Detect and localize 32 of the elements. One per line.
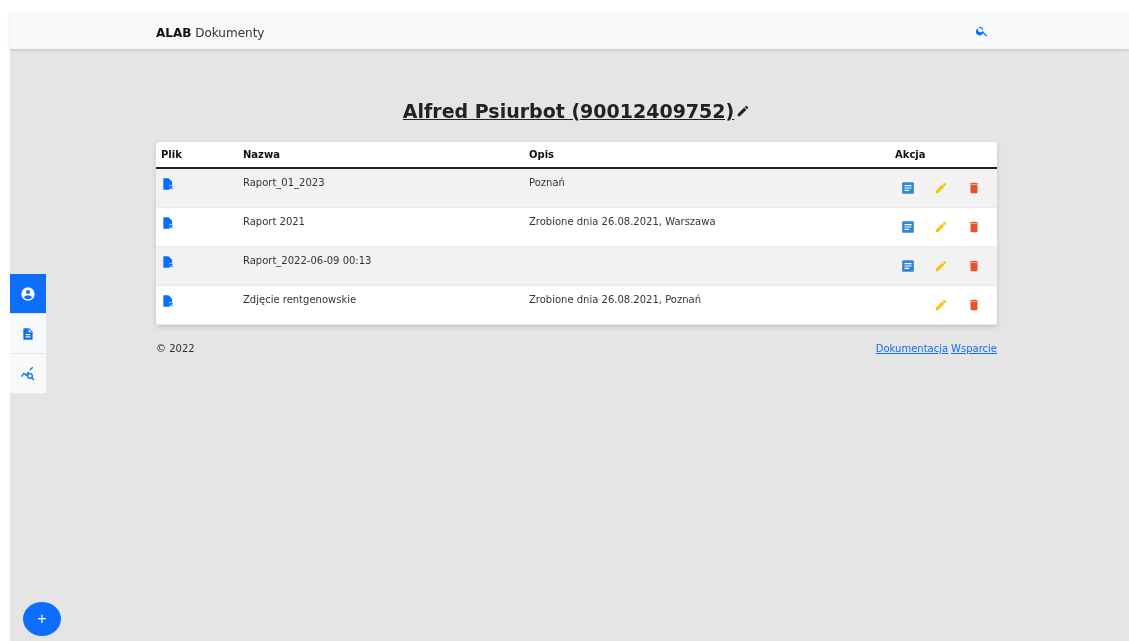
file-icon[interactable] <box>161 216 175 230</box>
patient-title[interactable]: Alfred Psiurbot (90012409752) <box>402 100 735 122</box>
document-icon <box>21 326 35 341</box>
pencil-icon[interactable] <box>736 104 751 118</box>
table-cell-text: Zrobione dnia 26.08.2021, Poznań <box>529 294 702 305</box>
footer-link[interactable]: Dokumentacja <box>875 343 949 354</box>
column-header: Akcja <box>895 149 927 160</box>
notes-icon[interactable] <box>900 220 915 234</box>
column-header: Nazwa <box>243 149 281 160</box>
column-header: Opis <box>529 149 556 160</box>
notes-icon[interactable] <box>900 181 915 195</box>
table-cell-text: Zrobione dnia 26.08.2021, Warszawa <box>529 216 717 227</box>
file-icon[interactable] <box>161 255 175 269</box>
file-icon[interactable] <box>161 177 175 191</box>
footer-link[interactable]: Wsparcie <box>951 343 997 354</box>
file-icon[interactable] <box>161 294 175 308</box>
table-cell-text: Raport 2021 <box>243 216 306 227</box>
search-icon[interactable] <box>975 24 989 38</box>
brand-title[interactable]: ALAB Dokumenty <box>156 25 265 40</box>
side-nav-user[interactable] <box>10 274 46 314</box>
add-button[interactable]: + <box>23 602 61 636</box>
table-cell-text: Poznań <box>529 177 566 188</box>
user-icon <box>20 285 36 302</box>
column-header: Plik <box>160 149 183 160</box>
notes-icon[interactable] <box>900 259 915 273</box>
table-cell-text: Raport_2022-06-09 00:13 <box>243 255 373 266</box>
table-cell-text: Zdjęcie rentgenowskie <box>243 294 358 305</box>
table-cell-text: Raport_01_2023 <box>243 177 326 188</box>
side-nav-document[interactable] <box>10 314 46 354</box>
copyright-text: © 2022 <box>156 343 195 354</box>
side-nav-analysis[interactable] <box>10 354 46 394</box>
chart-search-icon <box>20 365 36 382</box>
